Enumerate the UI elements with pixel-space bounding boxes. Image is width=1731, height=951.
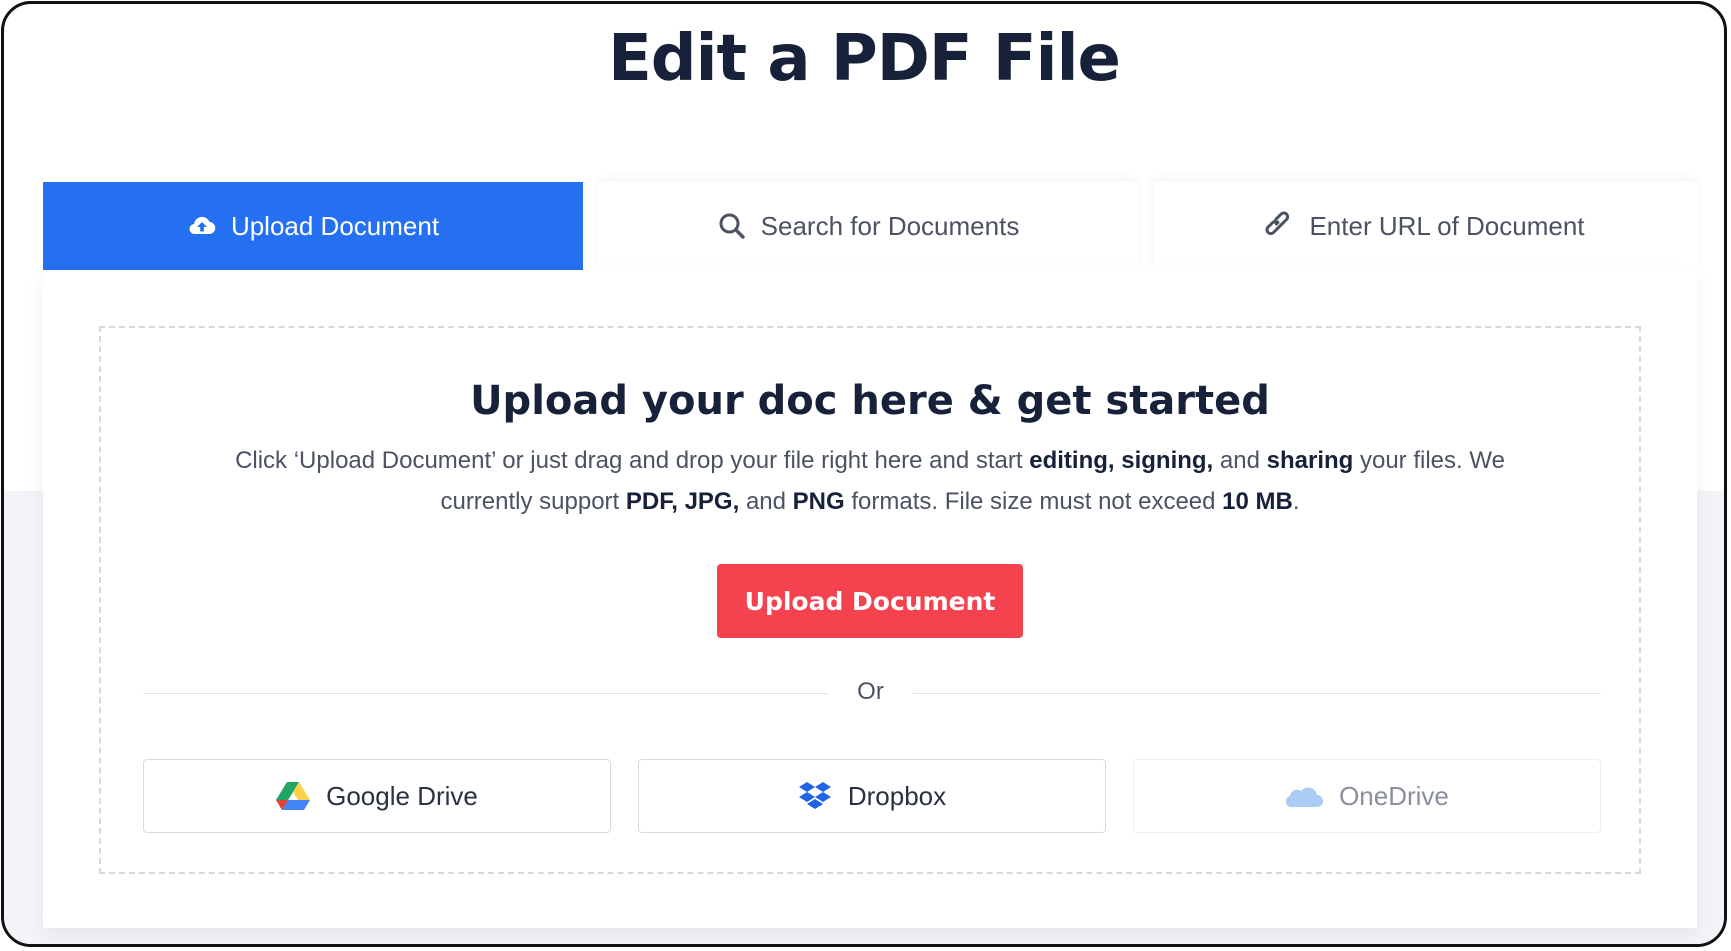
upload-heading: Upload your doc here & get started: [470, 378, 1270, 424]
upload-document-button[interactable]: Upload Document: [717, 564, 1023, 638]
onedrive-button[interactable]: OneDrive: [1133, 759, 1601, 833]
upload-panel: Upload your doc here & get started Click…: [43, 270, 1697, 928]
drop-zone[interactable]: Upload your doc here & get started Click…: [99, 326, 1641, 874]
desc-text: and: [1213, 447, 1267, 474]
desc-bold: 10 MB: [1222, 488, 1293, 515]
google-drive-icon: [276, 781, 311, 811]
page-title: Edit a PDF File: [608, 22, 1121, 96]
app-window: Edit a PDF File Upload Document Search f…: [1, 1, 1727, 947]
upload-description: Click ‘Upload Document’ or just drag and…: [221, 440, 1519, 522]
dropbox-button[interactable]: Dropbox: [638, 759, 1106, 833]
desc-text: [678, 488, 685, 515]
desc-bold: PDF,: [625, 488, 678, 515]
desc-text: formats. File size must not exceed: [844, 488, 1223, 515]
or-separator: Or: [857, 678, 884, 705]
provider-label: Google Drive: [326, 780, 478, 811]
desc-text: Click ‘Upload Document’ or just drag and…: [235, 447, 1030, 474]
desc-bold: PNG: [792, 488, 845, 515]
divider: [913, 693, 1601, 694]
desc-bold: signing,: [1121, 447, 1214, 474]
desc-bold: JPG,: [684, 488, 740, 515]
desc-bold: sharing: [1266, 447, 1354, 474]
tab-label: Upload Document: [230, 210, 440, 241]
link-icon: [1265, 211, 1295, 241]
desc-bold: editing,: [1029, 447, 1115, 474]
onedrive-icon: [1285, 783, 1324, 809]
tab-upload-document[interactable]: Upload Document: [43, 182, 583, 270]
source-tabs: Upload Document Search for Documents Ent…: [43, 182, 1697, 270]
tab-label: Search for Documents: [760, 210, 1020, 241]
cloud-upload-icon: [187, 211, 217, 241]
tab-search-documents[interactable]: Search for Documents: [599, 182, 1137, 270]
provider-label: Dropbox: [847, 780, 947, 811]
divider: [143, 693, 828, 694]
tab-enter-url[interactable]: Enter URL of Document: [1153, 182, 1697, 270]
search-icon: [717, 211, 747, 241]
desc-text: and: [739, 488, 793, 515]
tab-label: Enter URL of Document: [1309, 210, 1585, 241]
provider-label: OneDrive: [1339, 780, 1449, 811]
dropbox-icon: [798, 781, 832, 811]
desc-text: .: [1292, 488, 1300, 515]
google-drive-button[interactable]: Google Drive: [143, 759, 611, 833]
